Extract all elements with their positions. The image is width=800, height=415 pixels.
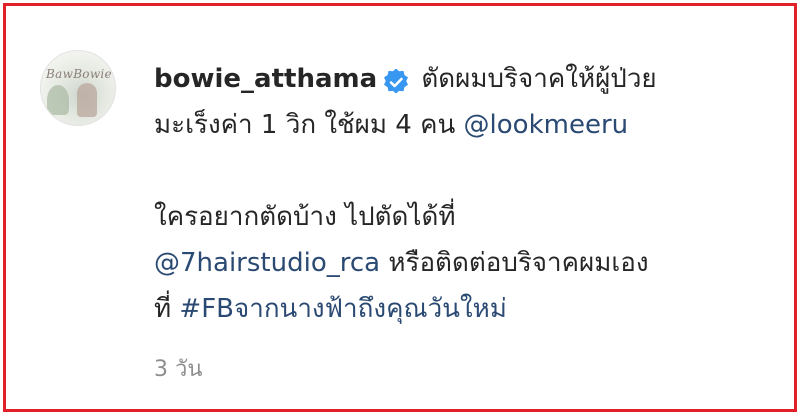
comment-line-3: ใครอยากตัดบ้าง ไปตัดได้ที่ xyxy=(154,194,784,240)
avatar[interactable]: BawBowie xyxy=(40,50,116,126)
avatar-plant-shape xyxy=(47,85,69,115)
mention-7hairstudio-link[interactable]: @7hairstudio_rca xyxy=(154,248,380,278)
screenshot-frame: BawBowie bowie_atthama ตัดผมบริจาคให้ผู้… xyxy=(3,3,797,412)
comment-timestamp[interactable]: 3 วัน xyxy=(154,351,202,386)
comment-line-4: @7hairstudio_rca หรือติดต่อบริจาคผมเอง xyxy=(154,240,784,286)
avatar-person-shape xyxy=(77,83,97,117)
comment-line-5: ที่ #FBจากนางฟ้าถึงคุณวันใหม่ xyxy=(154,286,784,332)
verified-badge-icon xyxy=(383,64,409,94)
avatar-logo-text: BawBowie xyxy=(46,67,112,81)
comment-text-3: ใครอยากตัดบ้าง ไปตัดได้ที่ xyxy=(154,202,456,232)
comment-text-4: หรือติดต่อบริจาคผมเอง xyxy=(380,248,649,278)
hashtag-link[interactable]: #FBจากนางฟ้าถึงคุณวันใหม่ xyxy=(179,294,507,324)
comment-text-1: ตัดผมบริจาคให้ผู้ป่วย xyxy=(413,64,657,94)
username-link[interactable]: bowie_atthama xyxy=(154,64,377,94)
comment-body: bowie_atthama ตัดผมบริจาคให้ผู้ป่วย มะเร… xyxy=(154,56,784,332)
comment-line-2: มะเร็งค่า 1 วิก ใช้ผม 4 คน @lookmeeru xyxy=(154,102,784,148)
comment-text-2: มะเร็งค่า 1 วิก ใช้ผม 4 คน xyxy=(154,110,464,140)
comment-text-5: ที่ xyxy=(154,294,180,324)
mention-lookmeeru-link[interactable]: @lookmeeru xyxy=(464,110,629,140)
comment-line-1: bowie_atthama ตัดผมบริจาคให้ผู้ป่วย xyxy=(154,56,784,102)
